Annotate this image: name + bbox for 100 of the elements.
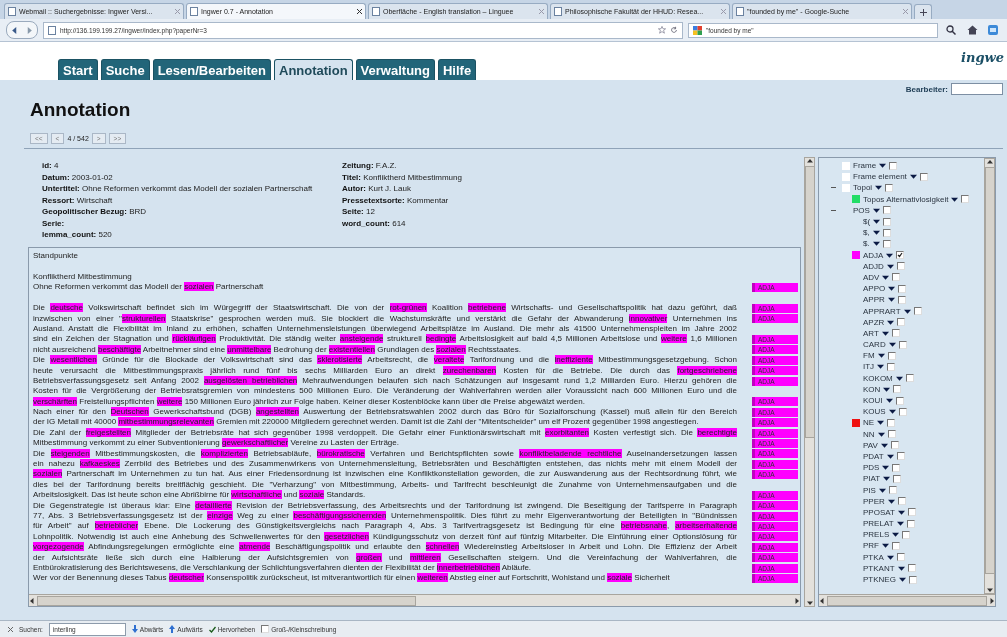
tree-item-label[interactable]: Topoi <box>853 183 873 193</box>
tree-item-label[interactable]: KOUS <box>863 407 886 417</box>
checkbox[interactable] <box>898 407 907 416</box>
checkbox[interactable] <box>905 374 914 383</box>
checkbox[interactable] <box>891 329 900 338</box>
checkbox[interactable] <box>892 463 901 472</box>
tree-item-label[interactable]: FM <box>863 351 875 361</box>
tree-item-label[interactable]: APPRART <box>863 306 901 316</box>
collapse-icon[interactable] <box>831 207 836 213</box>
tree-item-label[interactable]: PPOSAT <box>863 507 895 517</box>
caret-up-icon[interactable] <box>806 158 813 164</box>
app-tab[interactable]: Hilfe <box>437 59 477 80</box>
new-tab-button[interactable] <box>914 4 932 19</box>
caret-left-icon[interactable] <box>819 597 825 604</box>
checkbox[interactable] <box>885 183 894 192</box>
tree-item-label[interactable]: PRF <box>863 541 879 551</box>
checkbox[interactable] <box>887 362 896 371</box>
checkbox[interactable] <box>898 284 907 293</box>
tree-item-label[interactable]: PTKNEG <box>863 575 896 585</box>
checkbox[interactable] <box>907 508 916 517</box>
tree-item-label[interactable]: NE <box>863 418 875 428</box>
tree-item-label[interactable]: PIS <box>863 485 876 495</box>
checkbox[interactable] <box>906 519 915 528</box>
caret-left-icon[interactable] <box>29 597 35 604</box>
app-tab[interactable]: Lesen/Bearbeiten <box>152 59 271 80</box>
checkbox[interactable] <box>902 530 911 539</box>
vertical-scrollbar[interactable] <box>804 157 815 607</box>
tree-item-label[interactable]: ADV <box>863 272 880 282</box>
checkbox[interactable] <box>882 239 891 248</box>
tree-item-label[interactable]: ART <box>863 328 879 338</box>
checkbox[interactable] <box>897 497 906 506</box>
tree-item-label[interactable]: KON <box>863 384 881 394</box>
checkbox[interactable] <box>897 318 906 327</box>
checkbox[interactable] <box>889 161 898 170</box>
search-icon[interactable] <box>943 22 959 38</box>
tree-item-label[interactable]: $, <box>863 228 870 238</box>
tree-item-label[interactable]: $( <box>863 217 871 227</box>
checkbox[interactable] <box>887 430 896 439</box>
tree-item-label[interactable]: APPR <box>863 295 885 305</box>
tree-item-label[interactable]: CARD <box>863 340 886 350</box>
app-tab[interactable]: Annotation <box>274 59 353 80</box>
checkbox[interactable] <box>887 351 896 360</box>
tree-item-label[interactable]: $. <box>863 239 870 249</box>
tree-item-label[interactable]: NN <box>863 429 875 439</box>
checkbox[interactable] <box>888 486 897 495</box>
horizontal-scrollbar[interactable] <box>29 594 800 606</box>
tree-item-label[interactable]: PDS <box>863 463 880 473</box>
tree-item-label[interactable]: Frame element <box>853 172 907 182</box>
caret-up-icon[interactable] <box>986 159 993 165</box>
tree-item-label[interactable]: ADJA <box>863 250 884 260</box>
star-icon[interactable] <box>658 26 666 34</box>
app-tab[interactable]: Start <box>58 59 98 80</box>
tree-item-label[interactable]: PTKANT <box>863 563 895 573</box>
tree-item-label[interactable]: PTKA <box>863 552 884 562</box>
tree-item-label[interactable]: ADJD <box>863 261 884 271</box>
checkbox[interactable] <box>898 340 907 349</box>
editor-field[interactable] <box>951 83 1003 95</box>
tree-item-label[interactable]: PPER <box>863 496 885 506</box>
reload-icon[interactable] <box>670 26 678 34</box>
checkbox[interactable] <box>896 262 905 271</box>
app-tab[interactable]: Suche <box>100 59 150 80</box>
extension-icon[interactable] <box>985 22 1001 38</box>
tree-item-label[interactable]: APPO <box>863 284 886 294</box>
tree-item-label[interactable]: PRELS <box>863 530 890 540</box>
tree-item-label[interactable]: KOUI <box>863 396 883 406</box>
tree-item-label[interactable]: Frame <box>853 161 877 171</box>
checkbox[interactable] <box>908 575 917 584</box>
checkbox[interactable] <box>896 452 905 461</box>
caret-right-icon[interactable] <box>989 597 995 604</box>
horizontal-scrollbar[interactable] <box>819 594 995 606</box>
checkbox[interactable] <box>893 385 902 394</box>
tree-item-label[interactable]: PIAT <box>863 474 881 484</box>
checkbox[interactable] <box>907 564 916 573</box>
checkbox[interactable] <box>897 295 906 304</box>
tree-item-label[interactable]: APZR <box>863 317 885 327</box>
checkbox[interactable] <box>895 396 904 405</box>
checkbox[interactable] <box>261 625 270 633</box>
tree-item-label[interactable]: KOKOM <box>863 373 893 383</box>
app-tab[interactable]: Verwaltung <box>355 59 435 80</box>
tree-item-label[interactable]: Topos Alternativlosigkeit <box>863 194 949 204</box>
checkbox[interactable] <box>892 541 900 550</box>
tree-item-label[interactable]: PRELAT <box>863 519 894 529</box>
vertical-scrollbar[interactable] <box>984 158 995 594</box>
tree-item-label[interactable]: ITJ <box>863 362 875 372</box>
checkbox[interactable] <box>890 441 899 450</box>
tree-item-label[interactable]: PDAT <box>863 451 884 461</box>
checkbox[interactable] <box>892 273 901 282</box>
tree-item-label[interactable]: PAV <box>863 440 878 450</box>
collapse-icon[interactable] <box>831 185 836 191</box>
checkbox[interactable] <box>882 206 891 215</box>
back-forward-button[interactable] <box>6 21 38 39</box>
caret-down-icon[interactable] <box>806 600 813 606</box>
checkbox[interactable] <box>896 251 905 260</box>
checkbox[interactable] <box>919 172 928 181</box>
close-icon[interactable] <box>357 9 362 14</box>
checkbox[interactable] <box>882 228 891 237</box>
caret-right-icon[interactable] <box>794 597 800 604</box>
checkbox[interactable] <box>893 474 902 483</box>
checkbox[interactable] <box>913 307 922 316</box>
checkbox[interactable] <box>896 553 905 562</box>
